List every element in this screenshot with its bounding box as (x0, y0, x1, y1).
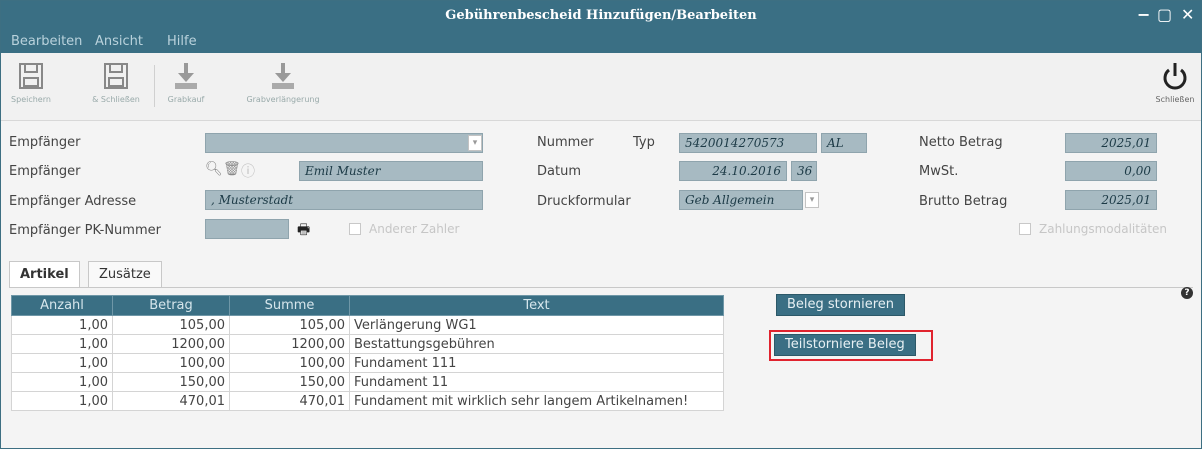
column-header-quantity[interactable]: Anzahl (11, 295, 113, 316)
menu-bearbeiten[interactable]: Bearbeiten (11, 34, 82, 49)
table-row[interactable]: 1,00 105,00 105,00 Verlängerung WG1 (11, 315, 724, 335)
articles-table: Anzahl Betrag Summe Text 1,00 105,00 105… (11, 295, 724, 411)
text-cell: Verlängerung WG1 (349, 315, 724, 335)
chevron-down-icon[interactable]: ▾ (468, 135, 482, 151)
date-label: Datum (537, 164, 581, 179)
payment-modalities-label: Zahlungsmodalitäten (1039, 222, 1168, 236)
pk-number-field[interactable] (205, 219, 289, 239)
floppy-disk-icon (19, 63, 43, 89)
amount-cell: 105,00 (112, 315, 230, 335)
floppy-disk-icon (104, 63, 128, 89)
close-icon[interactable]: ✕ (1181, 5, 1194, 25)
quantity-cell: 1,00 (11, 353, 113, 373)
grave-purchase-label: Grabkauf (167, 95, 205, 104)
amount-cell: 150,00 (112, 372, 230, 392)
address-label: Empfänger Adresse (9, 194, 137, 209)
payment-modalities-checkbox[interactable] (1019, 223, 1031, 235)
pk-number-label: Empfänger PK-Nummer (9, 223, 161, 238)
save-and-close-label: & Schließen (92, 95, 140, 104)
number-label: Nummer (537, 135, 594, 150)
download-icon (272, 63, 294, 89)
column-header-text[interactable]: Text (349, 295, 724, 316)
other-payer-checkbox[interactable] (349, 223, 361, 235)
partial-cancel-button[interactable]: Teilstorniere Beleg (774, 334, 916, 356)
column-header-sum[interactable]: Summe (229, 295, 350, 316)
grave-extension-label: Grabverlängerung (246, 95, 320, 104)
other-payer-label: Anderer Zahler (369, 222, 460, 236)
gross-amount-label: Brutto Betrag (919, 194, 1008, 209)
table-row[interactable]: 1,00 150,00 150,00 Fundament 11 (11, 372, 724, 392)
table-row[interactable]: 1,00 1200,00 1200,00 Bestattungsgebühren (11, 334, 724, 354)
tab-extras[interactable]: Zusätze (88, 261, 162, 287)
quantity-cell: 1,00 (11, 372, 113, 392)
menu-ansicht[interactable]: Ansicht (95, 34, 143, 49)
text-cell: Bestattungsgebühren (349, 334, 724, 354)
search-icon[interactable]: 🔍︎ (205, 161, 223, 177)
net-amount-label: Netto Betrag (919, 135, 1003, 150)
gross-amount-field: 2025,01 (1065, 190, 1157, 210)
print-form-select[interactable]: Geb Allgemein (679, 190, 803, 210)
column-header-amount[interactable]: Betrag (112, 295, 230, 316)
chevron-down-icon[interactable]: ▾ (805, 192, 819, 208)
power-icon (1163, 63, 1187, 90)
date-extra-field[interactable]: 36 (791, 161, 817, 181)
type-field[interactable]: AL (821, 133, 867, 153)
recipient-name-field[interactable]: Emil Muster (299, 161, 483, 181)
info-icon[interactable]: ⓘ (241, 161, 255, 181)
vat-field: 0,00 (1065, 161, 1157, 181)
help-icon[interactable]: ? (1181, 287, 1193, 299)
amount-cell: 1200,00 (112, 334, 230, 354)
table-row[interactable]: 1,00 470,01 470,01 Fundament mit wirklic… (11, 391, 724, 411)
date-field[interactable]: 24.10.2016 (679, 161, 787, 181)
maximize-icon[interactable]: ▢ (1157, 5, 1172, 25)
close-dialog-button[interactable]: Schließen (1151, 61, 1199, 104)
vat-label: MwSt. (919, 164, 959, 179)
sum-cell: 1200,00 (229, 334, 350, 354)
sum-cell: 150,00 (229, 372, 350, 392)
tab-divider (9, 287, 1193, 288)
trash-icon[interactable]: 🗑︎ (223, 161, 241, 177)
window-title: Gebührenbescheid Hinzufügen/Bearbeiten (445, 8, 757, 23)
type-label: Typ (633, 135, 655, 150)
recipient-select-label: Empfänger (9, 135, 81, 150)
recipient-label: Empfänger (9, 164, 81, 179)
net-amount-field: 2025,01 (1065, 133, 1157, 153)
save-button[interactable]: Speichern (9, 61, 53, 104)
menu-bar: Bearbeiten Ansicht Hilfe (1, 31, 1201, 53)
title-bar: Gebührenbescheid Hinzufügen/Bearbeiten −… (1, 1, 1201, 31)
address-field[interactable]: , Musterstadt (205, 190, 483, 210)
save-and-close-button[interactable]: & Schließen (81, 61, 151, 104)
text-cell: Fundament 11 (349, 372, 724, 392)
tab-articles[interactable]: Artikel (9, 261, 80, 287)
quantity-cell: 1,00 (11, 334, 113, 354)
toolbar-divider (154, 65, 155, 107)
printer-icon[interactable]: 🖶︎ (297, 219, 310, 243)
print-form-label: Druckformular (537, 194, 631, 209)
text-cell: Fundament mit wirklich sehr langem Artik… (349, 391, 724, 411)
amount-cell: 100,00 (112, 353, 230, 373)
recipient-select[interactable] (205, 133, 483, 153)
amount-cell: 470,01 (112, 391, 230, 411)
sum-cell: 100,00 (229, 353, 350, 373)
cancel-receipt-button[interactable]: Beleg stornieren (776, 294, 905, 316)
download-icon (175, 63, 197, 89)
quantity-cell: 1,00 (11, 315, 113, 335)
toolbar: Speichern & Schließen Grabkauf Grabverlä… (1, 53, 1201, 121)
grave-extension-button[interactable]: Grabverlängerung (229, 61, 337, 104)
menu-hilfe[interactable]: Hilfe (167, 34, 197, 49)
quantity-cell: 1,00 (11, 391, 113, 411)
table-row[interactable]: 1,00 100,00 100,00 Fundament 111 (11, 353, 724, 373)
close-dialog-label: Schließen (1155, 95, 1195, 104)
text-cell: Fundament 111 (349, 353, 724, 373)
table-header-row: Anzahl Betrag Summe Text (11, 295, 724, 316)
sum-cell: 470,01 (229, 391, 350, 411)
sum-cell: 105,00 (229, 315, 350, 335)
save-label: Speichern (11, 95, 51, 104)
grave-purchase-button[interactable]: Grabkauf (161, 61, 211, 104)
dialog-window: Gebührenbescheid Hinzufügen/Bearbeiten −… (0, 0, 1202, 449)
number-field[interactable]: 5420014270573 (679, 133, 817, 153)
minimize-icon[interactable]: − (1137, 5, 1150, 25)
